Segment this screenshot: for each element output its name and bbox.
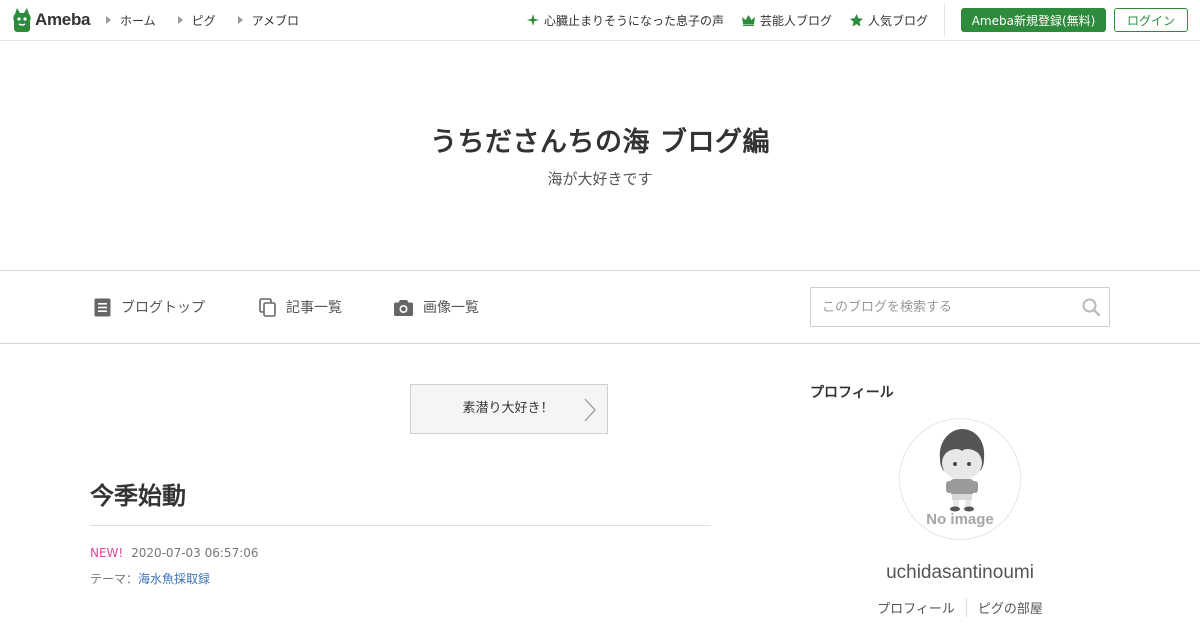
- blog-nav: ブログトップ 記事一覧 画像一覧: [0, 270, 1200, 344]
- login-button[interactable]: ログイン: [1114, 8, 1188, 32]
- avatar-no-image-label: No image: [926, 511, 994, 528]
- blog-search-input[interactable]: [811, 288, 1071, 326]
- star-icon: [850, 13, 864, 26]
- global-header: Ameba ホーム ピグ アメブロ 心臓止まりそうになった息子の声 芸能人ブログ…: [0, 0, 1200, 41]
- document-icon: [94, 298, 111, 316]
- nav-home[interactable]: ホーム: [106, 12, 156, 29]
- promo-link-celebrity-blogs[interactable]: 芸能人ブログ: [742, 12, 832, 29]
- promo-links: 心臓止まりそうになった息子の声 芸能人ブログ 人気ブログ: [527, 0, 946, 40]
- blog-description: 海が大好きです: [547, 170, 653, 188]
- blog-nav-entries[interactable]: 記事一覧: [259, 271, 342, 343]
- blog-nav-images-label: 画像一覧: [423, 300, 479, 316]
- caret-right-icon: [237, 16, 243, 24]
- entry-divider: [90, 525, 711, 526]
- ameba-logo-icon: [13, 8, 31, 32]
- profile-link[interactable]: プロフィール: [866, 598, 966, 617]
- nav-ameblo[interactable]: アメブロ: [237, 12, 300, 29]
- pr-banner[interactable]: 素潜り大好き！: [410, 384, 608, 434]
- entry-theme: テーマ：海水魚採取録: [90, 570, 210, 587]
- promo-link-popular-blogs[interactable]: 人気ブログ: [850, 12, 928, 29]
- blog-nav-entries-label: 記事一覧: [286, 300, 342, 316]
- pr-banner-label: 素潜り大好き！: [462, 401, 554, 416]
- entry-datetime: 2020-07-03 06:57:06: [131, 546, 259, 560]
- pigg-room-link[interactable]: ピグの部屋: [965, 598, 1054, 617]
- caret-right-icon: [177, 16, 183, 24]
- crown-icon: [742, 14, 756, 26]
- profile-username[interactable]: uchidasantinoumi: [810, 562, 1110, 584]
- chevron-right-icon: [584, 398, 596, 422]
- blog-nav-top-label: ブログトップ: [121, 300, 205, 316]
- ameba-logo[interactable]: Ameba: [12, 7, 90, 33]
- global-nav: ホーム ピグ アメブロ: [106, 0, 321, 40]
- profile-heading: プロフィール: [810, 385, 894, 401]
- entry-meta: NEW! 2020-07-03 06:57:06: [90, 546, 259, 560]
- caret-right-icon: [106, 16, 111, 24]
- nav-ameblo-label: アメブロ: [251, 13, 300, 28]
- copy-icon: [259, 297, 276, 317]
- header-divider: [944, 4, 945, 36]
- sparkle-icon: [527, 14, 539, 26]
- promo-celebrity-label: 芸能人ブログ: [760, 13, 833, 28]
- avatar[interactable]: No image: [899, 418, 1021, 540]
- logo-text: Ameba: [35, 10, 91, 29]
- entry-theme-link[interactable]: 海水魚採取録: [138, 572, 210, 586]
- blog-title[interactable]: うちださんちの海 ブログ編: [0, 120, 1200, 159]
- promo-featured-label: 心臓止まりそうになった息子の声: [544, 13, 725, 28]
- entry-title[interactable]: 今季始動: [90, 476, 186, 511]
- register-button[interactable]: Ameba新規登録(無料): [961, 8, 1106, 32]
- nav-pigg[interactable]: ピグ: [177, 12, 216, 29]
- blog-nav-top[interactable]: ブログトップ: [94, 271, 205, 343]
- profile-links: プロフィール ピグの部屋: [810, 598, 1110, 617]
- nav-pigg-label: ピグ: [191, 13, 216, 28]
- new-badge: NEW!: [90, 546, 124, 560]
- camera-icon: [394, 299, 413, 316]
- nav-home-label: ホーム: [120, 13, 156, 28]
- search-icon[interactable]: [1082, 298, 1100, 316]
- blog-search: [810, 287, 1110, 327]
- entry-theme-prefix: テーマ：: [90, 572, 139, 586]
- promo-popular-label: 人気ブログ: [868, 13, 929, 28]
- blog-nav-images[interactable]: 画像一覧: [394, 271, 479, 343]
- promo-link-featured[interactable]: 心臓止まりそうになった息子の声: [527, 12, 724, 29]
